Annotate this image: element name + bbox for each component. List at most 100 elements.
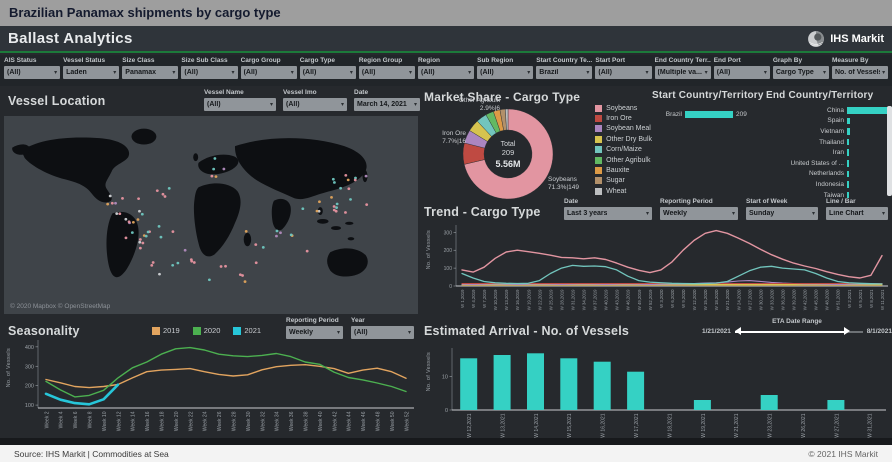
vessel-dot[interactable] [279, 231, 282, 234]
country-bar-iran[interactable] [847, 149, 849, 156]
legend-item-soybeans[interactable]: Soybeans [595, 103, 652, 113]
vessel-filter-vessel-name-dropdown[interactable]: (All)▾ [204, 98, 276, 111]
vessel-dot[interactable] [339, 187, 342, 190]
vessel-dot[interactable] [138, 210, 141, 213]
vessel-dot[interactable] [125, 237, 128, 240]
vessel-dot[interactable] [184, 249, 187, 252]
vessel-dot[interactable] [115, 212, 118, 215]
vessel-dot[interactable] [152, 261, 155, 264]
vessel-dot[interactable] [213, 157, 216, 160]
vessel-dot[interactable] [244, 280, 247, 283]
trend-filter-line-bar-dropdown[interactable]: Line Chart▾ [826, 207, 888, 220]
vessel-dot[interactable] [171, 264, 174, 267]
legend-item-corn-maize[interactable]: Corn/Maize [595, 145, 652, 155]
vessel-dot[interactable] [333, 205, 336, 208]
country-bar-vietnam[interactable] [847, 128, 850, 135]
vessel-dot[interactable] [147, 231, 150, 234]
global-filter-size-sub-class-dropdown[interactable]: (All)▾ [181, 66, 237, 79]
vessel-dot[interactable] [131, 231, 134, 234]
global-filter-region-dropdown[interactable]: (All)▾ [418, 66, 474, 79]
vessel-dot[interactable] [141, 213, 144, 216]
eta-bar-w-12-2021[interactable] [460, 358, 477, 410]
vessel-dot[interactable] [132, 221, 135, 224]
vessel-dot[interactable] [121, 197, 124, 200]
global-filter-end-country-terr-dropdown[interactable]: (Multiple va...▾ [655, 66, 711, 79]
vessel-dot[interactable] [276, 230, 279, 233]
eta-bar-w-19-2021[interactable] [694, 400, 711, 410]
line-series-soybeans[interactable] [462, 231, 882, 278]
vessel-dot[interactable] [224, 265, 227, 268]
vessel-dot[interactable] [306, 250, 309, 253]
vessel-dot[interactable] [365, 203, 368, 206]
vessel-dot[interactable] [239, 273, 242, 276]
country-bar-china[interactable] [847, 107, 892, 114]
vessel-dot[interactable] [318, 200, 321, 203]
vessel-dot[interactable] [137, 197, 140, 200]
vessel-dot[interactable] [139, 247, 142, 250]
vessel-dot[interactable] [139, 238, 142, 241]
trend-filter-date-dropdown[interactable]: Last 3 years▾ [564, 207, 652, 220]
vessel-dot[interactable] [275, 235, 278, 238]
vessel-dot[interactable] [158, 273, 161, 276]
vessel-dot[interactable] [111, 202, 114, 205]
country-bar-spain[interactable] [847, 118, 850, 125]
vessel-dot[interactable] [255, 261, 258, 264]
vessel-dot[interactable] [162, 193, 165, 196]
vessel-dot[interactable] [109, 195, 112, 198]
vessel-dot[interactable] [164, 195, 167, 198]
vessel-dot[interactable] [354, 179, 357, 182]
eta-bar-w-23-2021[interactable] [761, 395, 778, 410]
global-filter-start-port-dropdown[interactable]: (All)▾ [595, 66, 651, 79]
global-filter-end-port-dropdown[interactable]: (All)▾ [714, 66, 770, 79]
country-bar-netherlands[interactable] [847, 171, 849, 178]
line-series-2019[interactable] [46, 365, 406, 388]
eta-bar-w-16-2021[interactable] [594, 362, 611, 410]
legend-item-bauxite[interactable]: Bauxite [595, 165, 652, 175]
country-bar-indonesia[interactable] [847, 181, 849, 188]
vessel-dot[interactable] [344, 211, 347, 214]
legend-item-2019[interactable]: 2019 [152, 326, 180, 335]
vessel-dot[interactable] [160, 236, 163, 239]
eta-bar-chart[interactable]: 010W 12,2021W 13,2021W 14,2021W 15,2021W… [424, 344, 892, 438]
vessel-dot[interactable] [118, 212, 121, 215]
vessel-dot[interactable] [301, 207, 304, 210]
vessel-dot[interactable] [168, 187, 171, 190]
trend-filter-start-of-week-dropdown[interactable]: Sunday▾ [746, 207, 818, 220]
global-filter-cargo-group-dropdown[interactable]: (All)▾ [241, 66, 297, 79]
vessel-dot[interactable] [211, 175, 214, 178]
vessel-location-map[interactable]: © 2020 Mapbox © OpenStreetMap [4, 116, 418, 314]
global-filter-ais-status-dropdown[interactable]: (All)▾ [4, 66, 60, 79]
global-filter-start-country-te-dropdown[interactable]: Brazil▾ [536, 66, 592, 79]
country-bar-thailand[interactable] [847, 139, 849, 146]
legend-item-soybean-meal[interactable]: Soybean Meal [595, 124, 652, 134]
vessel-dot[interactable] [156, 189, 159, 192]
vessel-dot[interactable] [212, 168, 215, 171]
eta-bar-w-27-2021[interactable] [827, 400, 844, 410]
vessel-dot[interactable] [222, 168, 225, 171]
global-filter-measure-by-dropdown[interactable]: No. of Vessels▾ [832, 66, 888, 79]
vessel-dot[interactable] [336, 203, 339, 206]
vessel-dot[interactable] [335, 206, 338, 209]
world-map[interactable] [4, 116, 418, 314]
line-series-corn-maize[interactable] [462, 265, 882, 284]
legend-item-other-dry-bulk[interactable]: Other Dry Bulk [595, 134, 652, 144]
vessel-dot[interactable] [349, 198, 352, 201]
vessel-dot[interactable] [141, 242, 144, 245]
vessel-dot[interactable] [150, 264, 153, 267]
vessel-dot[interactable] [190, 260, 193, 263]
slider-handle-end[interactable] [844, 327, 850, 335]
vessel-dot[interactable] [220, 265, 223, 268]
legend-item-iron-ore[interactable]: Iron Ore [595, 113, 652, 123]
vessel-filter-vessel-imo-dropdown[interactable]: (All)▾ [283, 98, 347, 111]
global-filter-graph-by-dropdown[interactable]: Cargo Type▾ [773, 66, 829, 79]
seasonality-line-chart[interactable]: 100200300400Week 2Week 4Week 6Week 8Week… [4, 338, 418, 438]
vessel-filter-date-dropdown[interactable]: March 14, 2021▾ [354, 98, 420, 111]
country-bar-united-states-of[interactable] [847, 160, 849, 167]
vessel-dot[interactable] [332, 178, 335, 181]
vessel-dot[interactable] [347, 187, 350, 190]
vessel-dot[interactable] [316, 210, 319, 213]
global-filter-size-class-dropdown[interactable]: Panamax▾ [122, 66, 178, 79]
vessel-dot[interactable] [193, 261, 196, 264]
vessel-dot[interactable] [145, 235, 148, 238]
vessel-dot[interactable] [254, 243, 257, 246]
